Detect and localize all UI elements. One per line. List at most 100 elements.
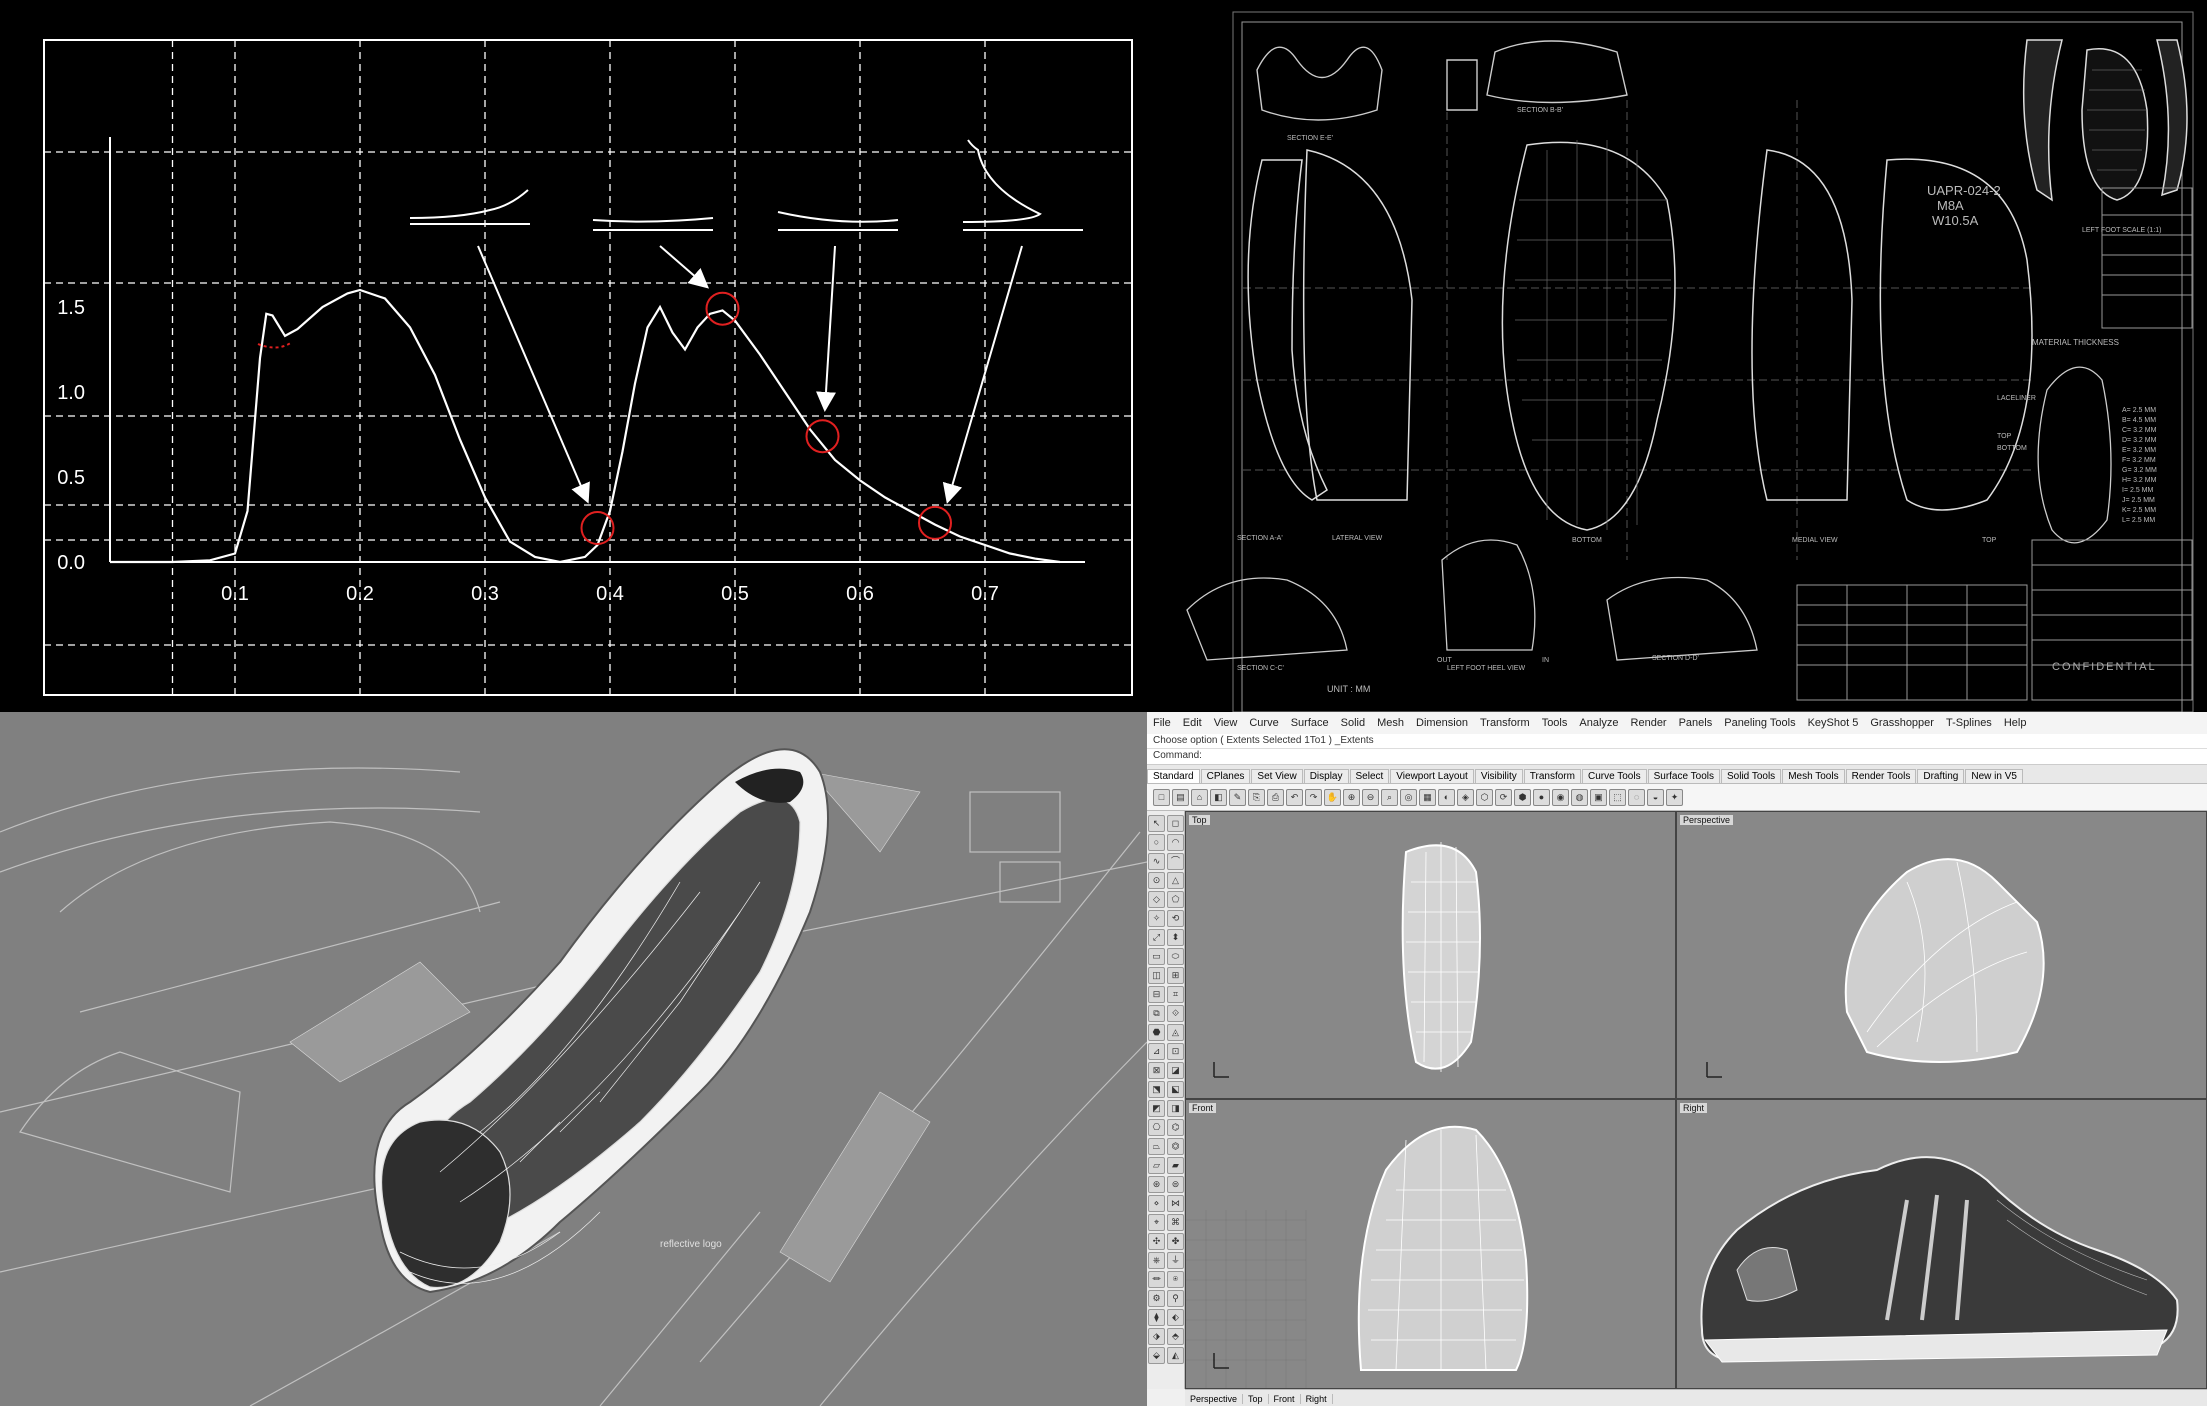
menu-item-analyze[interactable]: Analyze [1573,717,1624,729]
menu-item-paneling-tools[interactable]: Paneling Tools [1718,717,1801,729]
viewport-tab-perspective[interactable]: Perspective [1185,1393,1244,1404]
menu-item-transform[interactable]: Transform [1474,717,1536,729]
palette-tool-icon[interactable]: ⎔ [1148,1119,1165,1136]
toolbar-tool-icon[interactable]: ⎘ [1248,788,1265,806]
palette-tool-icon[interactable]: ◫ [1148,967,1165,984]
palette-tool-icon[interactable]: ▰ [1167,1157,1184,1174]
viewport-top[interactable]: Top [1185,811,1676,1099]
palette-tool-icon[interactable]: ▭ [1148,948,1165,965]
tab-visibility[interactable]: Visibility [1474,769,1523,783]
viewport-top-title[interactable]: Top [1188,814,1211,826]
viewport-right-title[interactable]: Right [1679,1102,1709,1114]
palette-tool-icon[interactable]: ⌘ [1167,1214,1184,1231]
toolbar-tool-icon[interactable]: ◒ [1647,788,1664,806]
tab-cplanes[interactable]: CPlanes [1200,769,1251,783]
palette-tool-icon[interactable]: ⌖ [1148,1214,1165,1231]
tab-solid-tools[interactable]: Solid Tools [1721,769,1782,783]
toolbar-tool-icon[interactable]: ◍ [1571,788,1588,806]
tab-display[interactable]: Display [1303,769,1349,783]
palette-tool-icon[interactable]: ✤ [1167,1233,1184,1250]
menu-item-t-splines[interactable]: T-Splines [1940,717,1998,729]
palette-tool-icon[interactable]: ⍟ [1167,1271,1184,1288]
palette-tool-icon[interactable]: ⊡ [1167,1043,1184,1060]
tab-transform[interactable]: Transform [1523,769,1581,783]
viewport-tab-right[interactable]: Right [1301,1393,1333,1404]
menu-item-surface[interactable]: Surface [1285,717,1335,729]
viewport-right[interactable]: Right [1676,1099,2207,1389]
menu-item-tools[interactable]: Tools [1536,717,1574,729]
palette-tool-icon[interactable]: ◠ [1167,834,1184,851]
toolbar-tool-icon[interactable]: ⬢ [1514,788,1531,806]
toolbar-tool-icon[interactable]: ↷ [1305,788,1322,806]
menu-item-panels[interactable]: Panels [1673,717,1719,729]
toolbar-tool-icon[interactable]: ⎙ [1267,788,1284,806]
menu-item-help[interactable]: Help [1998,717,2033,729]
tab-mesh-tools[interactable]: Mesh Tools [1782,769,1845,783]
toolbar-tool-icon[interactable]: □ [1153,788,1170,806]
palette-tool-icon[interactable]: ⟲ [1167,910,1184,927]
palette-tool-icon[interactable]: ⤢ [1148,929,1165,946]
toolbar-tool-icon[interactable]: ◧ [1210,788,1227,806]
palette-tool-icon[interactable]: ⋄ [1148,1195,1165,1212]
toolbar-tool-icon[interactable]: ⬡ [1476,788,1493,806]
toolbar-tool-icon[interactable]: ✦ [1666,788,1683,806]
toolbar-tool-icon[interactable]: ▣ [1590,788,1607,806]
palette-tool-icon[interactable]: ⊙ [1148,872,1165,889]
palette-tool-icon[interactable]: ⋈ [1167,1195,1184,1212]
viewport-front-title[interactable]: Front [1188,1102,1218,1114]
palette-tool-icon[interactable]: ⬗ [1148,1328,1165,1345]
palette-tool-icon[interactable]: ⌗ [1167,986,1184,1003]
tab-set-view[interactable]: Set View [1251,769,1303,783]
palette-tool-icon[interactable]: ⬔ [1148,1081,1165,1098]
menu-item-curve[interactable]: Curve [1243,717,1284,729]
toolbar-tool-icon[interactable]: ⌂ [1191,788,1208,806]
palette-tool-icon[interactable]: ↖ [1148,815,1165,832]
toolbar-tool-icon[interactable]: ⬚ [1609,788,1626,806]
menu-item-edit[interactable]: Edit [1177,717,1208,729]
menu-item-dimension[interactable]: Dimension [1410,717,1474,729]
viewport-perspective[interactable]: Perspective [1676,811,2207,1099]
tab-standard[interactable]: Standard [1147,769,1200,783]
palette-tool-icon[interactable]: ◭ [1167,1347,1184,1364]
palette-tool-icon[interactable]: ⬙ [1148,1347,1165,1364]
palette-tool-icon[interactable]: ✣ [1148,1233,1165,1250]
palette-tool-icon[interactable]: ◻ [1167,815,1184,832]
toolbar-tool-icon[interactable]: ◌ [1628,788,1645,806]
palette-tool-icon[interactable]: ⟐ [1167,1005,1184,1022]
palette-tool-icon[interactable]: ⬍ [1167,929,1184,946]
toolbar-tool-icon[interactable]: ⊖ [1362,788,1379,806]
palette-tool-icon[interactable]: ⬕ [1167,1081,1184,1098]
menu-item-solid[interactable]: Solid [1335,717,1371,729]
menu-item-view[interactable]: View [1208,717,1244,729]
toolbar-tool-icon[interactable]: ▤ [1172,788,1189,806]
tab-new-in-v5[interactable]: New in V5 [1965,769,2023,783]
toolbar-tool-icon[interactable]: ↶ [1286,788,1303,806]
palette-tool-icon[interactable]: ◇ [1148,891,1165,908]
palette-tool-icon[interactable]: ⚙ [1148,1290,1165,1307]
toolbar-tool-icon[interactable]: ◈ [1457,788,1474,806]
tab-viewport-layout[interactable]: Viewport Layout [1390,769,1474,783]
viewport-front[interactable]: Front [1185,1099,1676,1389]
toolbar-tool-icon[interactable]: ⌕ [1381,788,1398,806]
palette-tool-icon[interactable]: ✧ [1148,910,1165,927]
toolbar-tool-icon[interactable]: ⊕ [1343,788,1360,806]
tab-curve-tools[interactable]: Curve Tools [1581,769,1647,783]
palette-tool-icon[interactable]: ◪ [1167,1062,1184,1079]
palette-tool-icon[interactable]: ⧫ [1148,1309,1165,1326]
palette-tool-icon[interactable]: ⬘ [1167,1328,1184,1345]
toolbar-tool-icon[interactable]: ◎ [1400,788,1417,806]
palette-tool-icon[interactable]: ⊠ [1148,1062,1165,1079]
palette-tool-icon[interactable]: ◨ [1167,1100,1184,1117]
palette-tool-icon[interactable]: ▱ [1148,1157,1165,1174]
toolbar-tool-icon[interactable]: ✎ [1229,788,1246,806]
toolbar-tool-icon[interactable]: ● [1533,788,1550,806]
toolbar-tool-icon[interactable]: ◐ [1438,788,1455,806]
menu-item-keyshot-5[interactable]: KeyShot 5 [1802,717,1865,729]
palette-tool-icon[interactable]: △ [1167,872,1184,889]
menu-item-render[interactable]: Render [1625,717,1673,729]
palette-tool-icon[interactable]: ⬠ [1167,891,1184,908]
palette-tool-icon[interactable]: ⚲ [1167,1290,1184,1307]
tab-surface-tools[interactable]: Surface Tools [1647,769,1720,783]
palette-tool-icon[interactable]: ⏣ [1167,1138,1184,1155]
palette-tool-icon[interactable]: ⬣ [1148,1024,1165,1041]
